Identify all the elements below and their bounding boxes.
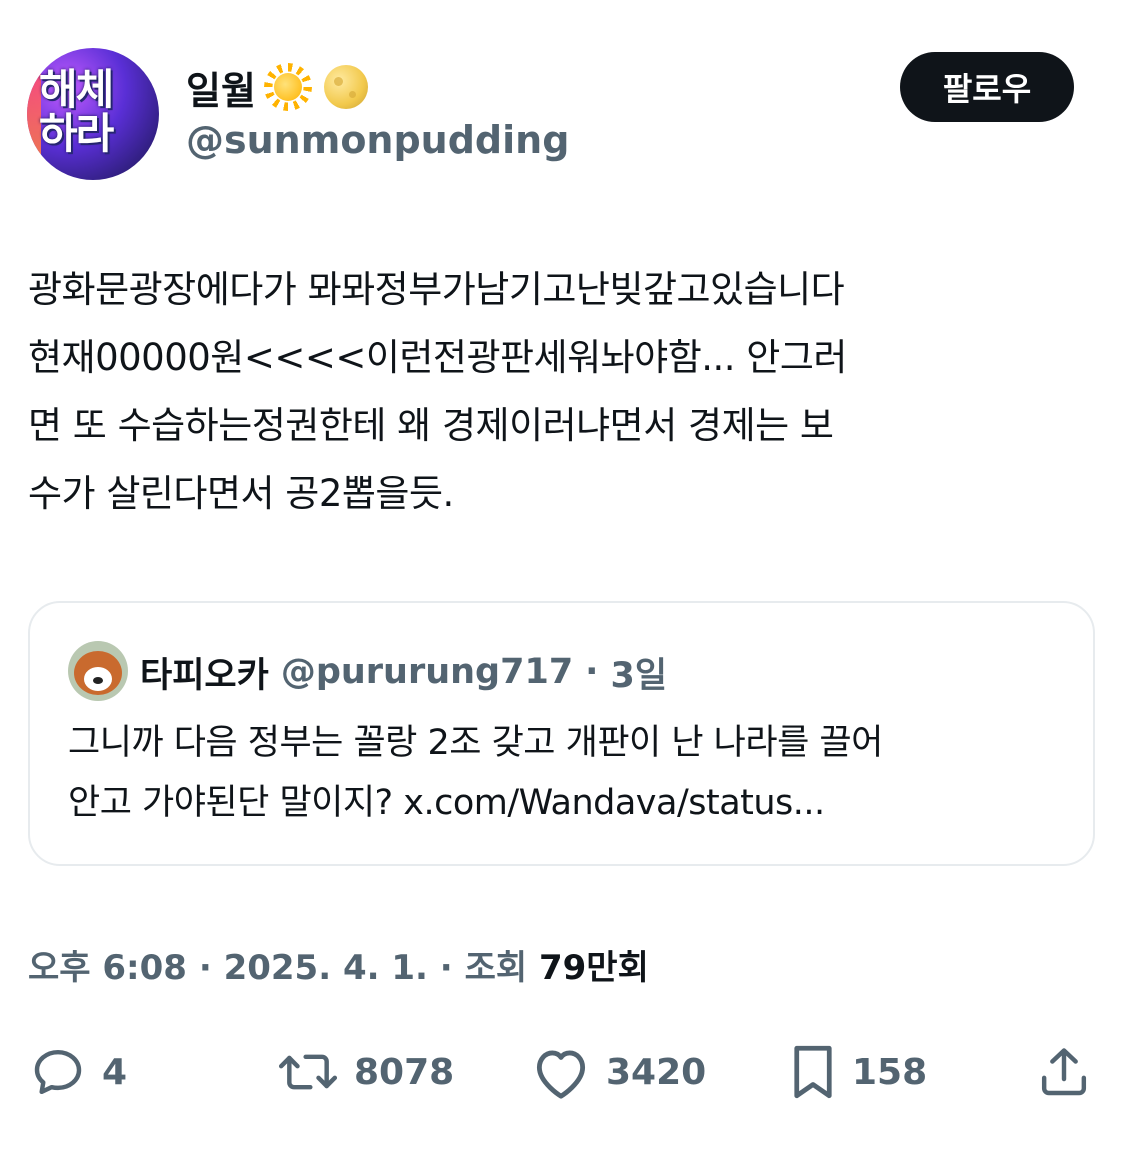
follow-button[interactable]: 팔로우 — [900, 52, 1074, 122]
meta-separator: · — [439, 948, 453, 988]
quoted-text-line: 안고 가야된단 말이지? x.com/Wandava/status... — [68, 783, 825, 823]
tweet-text-line: 수가 살린다면서 공2뽑을듯. — [28, 472, 454, 515]
quoted-author-handle: @pururung717 — [280, 652, 574, 692]
quoted-tweet-text: 그니까 다음 정부는 꼴랑 2조 갖고 개판이 난 나라를 끌어 안고 가야된단… — [68, 713, 1068, 833]
author-avatar[interactable]: 해체 하라 — [27, 48, 159, 180]
reply-button[interactable]: 4 — [28, 1040, 127, 1104]
tweet-text-line: 광화문광장에다가 뫄뫄정부가남기고난빚갚고있습니다 — [28, 268, 845, 311]
quoted-text-line: 그니까 다음 정부는 꼴랑 2조 갖고 개판이 난 나라를 끌어 — [68, 723, 883, 763]
quoted-author-name: 타피오카 — [140, 655, 269, 696]
sun-emoji-icon — [262, 61, 314, 113]
author-display-name[interactable]: 일월 — [186, 61, 372, 113]
heart-icon — [536, 1050, 586, 1099]
tweet-meta: 오후 6:08 · 2025. 4. 1. · 조회 79만회 — [28, 940, 649, 989]
quoted-tweet-time: 3일 — [610, 655, 668, 696]
author-handle[interactable]: @sunmonpudding — [186, 118, 569, 162]
display-name-text: 일월 — [186, 68, 256, 113]
avatar-text-line: 하라 — [39, 109, 114, 158]
share-icon — [1041, 1048, 1087, 1096]
bookmark-button[interactable]: 158 — [788, 1040, 927, 1104]
reply-count: 4 — [102, 1051, 128, 1093]
retweet-button[interactable]: 8078 — [276, 1040, 454, 1104]
tweet-date[interactable]: 2025. 4. 1. — [224, 948, 428, 988]
bookmark-icon — [794, 1045, 832, 1099]
tweet-time[interactable]: 오후 6:08 — [28, 948, 187, 988]
full-moon-emoji-icon — [320, 61, 372, 113]
tweet-text-line: 현재00000원<<<<이런전광판세워놔야함... 안그러 — [28, 336, 847, 379]
retweet-icon — [278, 1054, 338, 1090]
retweet-count: 8078 — [354, 1051, 455, 1093]
reply-icon — [34, 1049, 82, 1095]
action-bar: 4 8078 3420 158 — [0, 1040, 1125, 1104]
quoted-tweet-card[interactable]: 타피오카 @pururung717 · 3일 그니까 다음 정부는 꼴랑 2조 … — [28, 601, 1095, 866]
quoted-tweet-header: 타피오카 @pururung717 · 3일 — [140, 647, 667, 697]
views-label: 조회 — [464, 948, 528, 988]
bookmark-count: 158 — [852, 1051, 928, 1093]
avatar-text-line: 해체 — [39, 65, 114, 114]
quoted-header-separator: · — [585, 652, 599, 692]
tweet-text: 광화문광장에다가 뫄뫄정부가남기고난빚갚고있습니다 현재00000원<<<<이런… — [28, 256, 1103, 528]
like-button[interactable]: 3420 — [530, 1040, 706, 1104]
share-button[interactable] — [1036, 1040, 1092, 1104]
views-count: 79만회 — [538, 948, 649, 988]
meta-separator: · — [198, 948, 212, 988]
red-panda-avatar-icon — [74, 651, 122, 695]
quoted-author-avatar — [68, 641, 128, 701]
like-count: 3420 — [606, 1051, 707, 1093]
tweet-text-line: 면 또 수습하는정권한테 왜 경제이러냐면서 경제는 보 — [28, 404, 834, 447]
avatar-sign: 해체 하라 — [39, 68, 159, 164]
